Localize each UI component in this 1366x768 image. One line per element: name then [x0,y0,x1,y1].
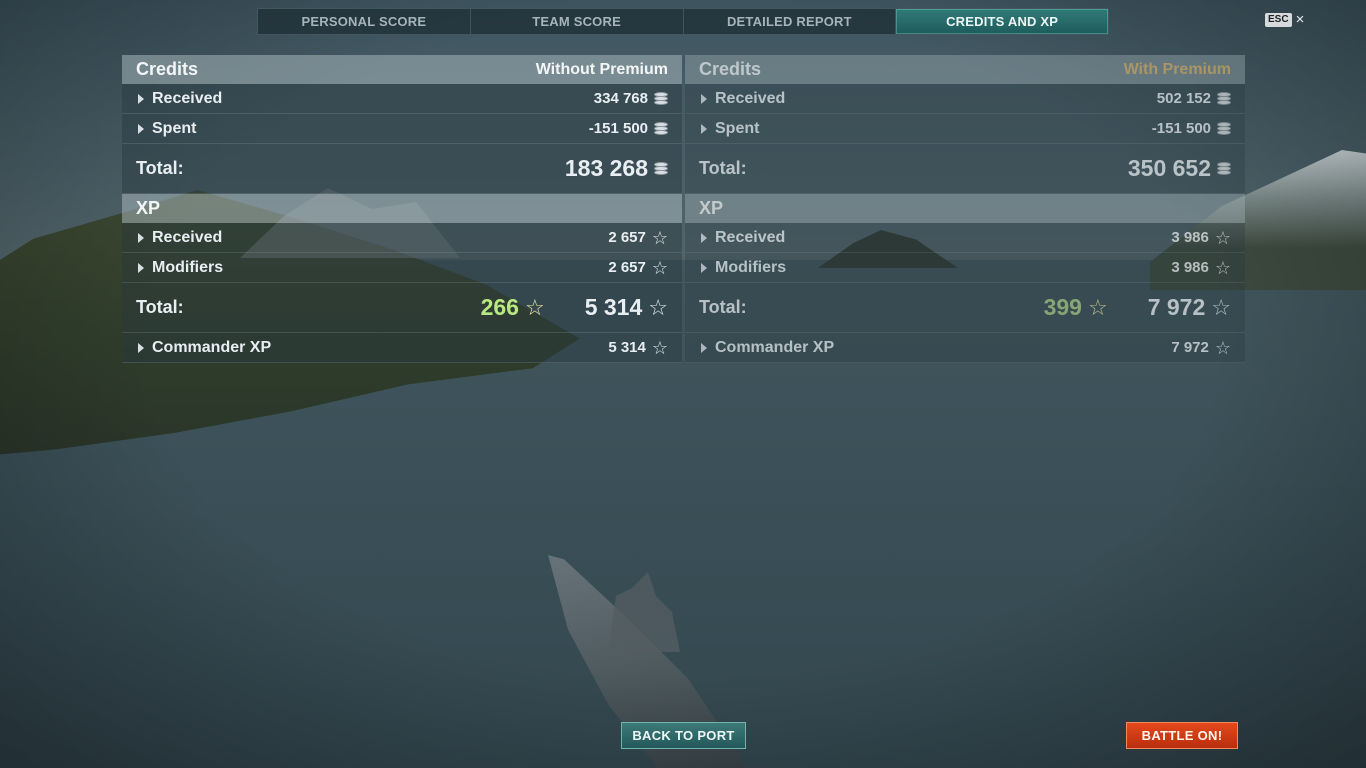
coin-stack-icon [1217,122,1231,135]
xp-total-row: Total: 266 ☆ 5 314 ☆ [122,283,682,333]
total-label: Total: [699,297,747,317]
star-icon: ☆ [1214,337,1231,358]
row-label: Received [715,228,786,246]
total-label: Total: [136,158,184,178]
esc-close-button[interactable]: ESC × [1265,12,1305,27]
row-label: Received [152,89,223,107]
battle-on-button[interactable]: BATTLE ON! [1126,722,1238,749]
xp-total-row: Total: 399 ☆ 7 972 ☆ [685,283,1245,333]
credits-header: Credits With Premium [685,55,1245,84]
expand-arrow-icon[interactable] [701,93,707,104]
star-icon: ☆ [1211,294,1231,320]
credits-received-row[interactable]: Received 502 152 [685,84,1245,114]
credits-total-value: 350 652 [1127,155,1211,181]
xp-modifiers-row[interactable]: Modifiers 3 986 ☆ [685,253,1245,283]
coin-stack-icon [1217,162,1231,175]
coin-stack-icon [654,122,668,135]
credits-received-row[interactable]: Received 334 768 [122,84,682,114]
xp-received-row[interactable]: Received 3 986 ☆ [685,223,1245,253]
star-icon: ☆ [1087,294,1108,320]
free-xp-number: 399 [1043,294,1082,320]
expand-arrow-icon[interactable] [701,232,707,243]
free-xp-value: 399 ☆ [1044,294,1108,321]
expand-arrow-icon[interactable] [701,342,707,353]
expand-arrow-icon[interactable] [701,123,707,134]
coin-stack-icon [654,162,668,175]
tab-personal-score[interactable]: PERSONAL SCORE [258,9,471,34]
row-label: Spent [715,119,760,137]
xp-total-value: 7 972 [1147,294,1206,320]
star-icon: ☆ [648,294,668,320]
commander-xp-row[interactable]: Commander XP 5 314 ☆ [122,333,682,363]
tab-team-score[interactable]: TEAM SCORE [471,9,684,34]
commander-xp-row[interactable]: Commander XP 7 972 ☆ [685,333,1245,363]
star-icon: ☆ [524,294,545,320]
tab-credits-and-xp[interactable]: CREDITS AND XP [896,9,1108,34]
commander-xp-value: 5 314 [608,339,646,356]
total-label: Total: [136,297,184,317]
row-label: Received [152,228,223,246]
xp-received-value: 3 986 [1171,229,1209,246]
row-label: Spent [152,119,197,137]
xp-title: XP [699,198,724,218]
panel-with-premium: Credits With Premium Received 502 152 Sp… [685,55,1245,363]
coin-stack-icon [1217,92,1231,105]
commander-xp-value: 7 972 [1171,339,1209,356]
expand-arrow-icon[interactable] [138,93,144,104]
credits-spent-value: -151 500 [588,120,648,137]
row-label: Commander XP [715,338,835,356]
close-icon[interactable]: × [1296,12,1305,27]
row-label: Received [715,89,786,107]
xp-header: XP [685,194,1245,223]
panel-without-premium: Credits Without Premium Received 334 768… [122,55,682,363]
free-xp-value: 266 ☆ [481,294,545,321]
expand-arrow-icon[interactable] [701,262,707,273]
credits-title: Credits [699,59,762,79]
credits-total-value: 183 268 [564,155,648,181]
mode-label: With Premium [1123,60,1231,78]
star-icon: ☆ [651,337,668,358]
xp-modifiers-row[interactable]: Modifiers 2 657 ☆ [122,253,682,283]
expand-arrow-icon[interactable] [138,123,144,134]
xp-received-row[interactable]: Received 2 657 ☆ [122,223,682,253]
credits-header: Credits Without Premium [122,55,682,84]
xp-modifiers-value: 2 657 [608,259,646,276]
credits-received-value: 502 152 [1156,90,1211,107]
expand-arrow-icon[interactable] [138,232,144,243]
esc-key-badge: ESC [1265,13,1292,27]
expand-arrow-icon[interactable] [138,262,144,273]
tab-detailed-report[interactable]: DETAILED REPORT [684,9,897,34]
credits-total-row: Total: 350 652 [685,144,1245,194]
row-label: Modifiers [152,258,224,276]
star-icon: ☆ [1214,257,1231,278]
star-icon: ☆ [651,227,668,248]
total-label: Total: [699,158,747,178]
credits-title: Credits [136,59,199,79]
xp-modifiers-value: 3 986 [1171,259,1209,276]
xp-title: XP [136,198,161,218]
coin-stack-icon [654,92,668,105]
back-to-port-button[interactable]: BACK TO PORT [621,722,746,749]
free-xp-number: 266 [480,294,519,320]
row-label: Commander XP [152,338,272,356]
credits-spent-row[interactable]: Spent -151 500 [685,114,1245,144]
credits-spent-value: -151 500 [1151,120,1211,137]
credits-received-value: 334 768 [593,90,648,107]
results-tab-bar: PERSONAL SCORE TEAM SCORE DETAILED REPOR… [257,8,1109,35]
expand-arrow-icon[interactable] [138,342,144,353]
credits-spent-row[interactable]: Spent -151 500 [122,114,682,144]
xp-total-value: 5 314 [584,294,643,320]
credits-total-row: Total: 183 268 [122,144,682,194]
xp-header: XP [122,194,682,223]
row-label: Modifiers [715,258,787,276]
star-icon: ☆ [651,257,668,278]
mode-label: Without Premium [535,60,668,78]
star-icon: ☆ [1214,227,1231,248]
xp-received-value: 2 657 [608,229,646,246]
